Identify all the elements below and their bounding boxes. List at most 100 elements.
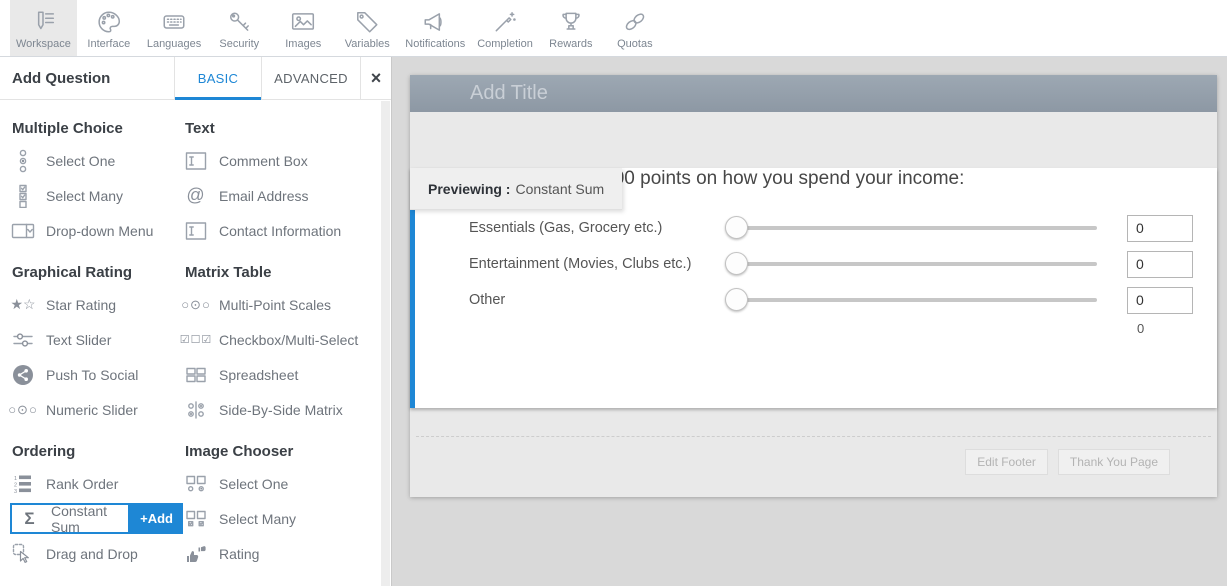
svg-text:3: 3 (14, 489, 17, 494)
item-constant-sum[interactable]: Σ Constant Sum (10, 503, 130, 534)
section-band: Multiple Choice Select One Select Many (10, 104, 377, 248)
previewing-badge: Previewing : Constant Sum (410, 168, 622, 210)
image-radio-icon (183, 475, 209, 493)
item-label: Contact Information (219, 223, 341, 239)
toolbar-label: Security (219, 38, 259, 50)
thumbs-up-icon (183, 544, 209, 564)
points-input[interactable] (1127, 287, 1193, 314)
previewing-value: Constant Sum (515, 181, 604, 197)
item-email-address[interactable]: @ Email Address (183, 178, 377, 213)
item-label: Select One (219, 476, 288, 492)
workspace-icon (30, 9, 56, 35)
numeric-slider-icon: ○⊙○ (10, 402, 36, 418)
item-multi-point-scales[interactable]: ○⊙○ Multi-Point Scales (183, 287, 377, 322)
points-input[interactable] (1127, 251, 1193, 278)
section-band: Graphical Rating ★☆ Star Rating Text Sli… (10, 248, 377, 427)
tab-basic[interactable]: BASIC (174, 57, 261, 99)
toolbar-label: Notifications (405, 38, 465, 50)
item-text-slider[interactable]: Text Slider (10, 322, 183, 357)
toolbar-item-rewards[interactable]: Rewards (539, 0, 603, 56)
checkbox-list-icon (10, 184, 36, 208)
toolbar-item-completion[interactable]: Completion (471, 0, 539, 56)
section-graphical-rating: Graphical Rating ★☆ Star Rating Text Sli… (10, 248, 183, 427)
item-spreadsheet[interactable]: Spreadsheet (183, 357, 377, 392)
section-title: Ordering (12, 443, 183, 460)
slider-track[interactable] (735, 226, 1097, 230)
slider-handle[interactable] (725, 252, 748, 275)
at-sign-icon: @ (183, 185, 209, 206)
toolbar-label: Rewards (549, 38, 592, 50)
slider-track[interactable] (735, 298, 1097, 302)
tab-advanced[interactable]: ADVANCED (261, 57, 360, 99)
toolbar-item-images[interactable]: Images (271, 0, 335, 56)
item-image-rating[interactable]: Rating (183, 536, 377, 571)
toolbar-item-quotas[interactable]: Quotas (603, 0, 667, 56)
item-comment-box[interactable]: Comment Box (183, 143, 377, 178)
section-title: Text (185, 120, 377, 137)
trophy-icon (558, 9, 584, 35)
megaphone-icon (422, 9, 448, 35)
toolbar-item-notifications[interactable]: Notifications (399, 0, 471, 56)
toolbar-item-security[interactable]: Security (207, 0, 271, 56)
close-icon[interactable]: × (360, 57, 391, 99)
previewing-label: Previewing : (428, 181, 510, 197)
toolbar-label: Images (285, 38, 321, 50)
main-area: Add Title Previewing : Constant Sum Plea… (392, 57, 1227, 586)
preview-footer-buttons: Edit Footer Thank You Page (965, 449, 1170, 475)
section-image-chooser: Image Chooser Select One Select Many (183, 427, 377, 571)
panel-scrollbar[interactable] (381, 101, 390, 586)
item-star-rating[interactable]: ★☆ Star Rating (10, 287, 183, 322)
item-push-to-social[interactable]: Push To Social (10, 357, 183, 392)
item-label: Rating (219, 546, 259, 562)
item-drag-and-drop[interactable]: Drag and Drop (10, 536, 183, 571)
item-image-select-one[interactable]: Select One (183, 466, 377, 501)
item-drop-down-menu[interactable]: Drop-down Menu (10, 213, 183, 248)
constant-sum-row: Entertainment (Movies, Clubs etc.) (469, 246, 1217, 282)
points-total: 0 (1137, 321, 1217, 336)
slider-handle[interactable] (725, 216, 748, 239)
item-label: Select Many (46, 188, 123, 204)
item-label: Drop-down Menu (46, 223, 153, 239)
sigma-icon: Σ (17, 509, 43, 529)
constant-sum-rows: Essentials (Gas, Grocery etc.) Entertain… (469, 210, 1217, 318)
item-label: Email Address (219, 188, 308, 204)
dropdown-icon (10, 221, 36, 241)
item-select-one[interactable]: Select One (10, 143, 183, 178)
toolbar-label: Interface (87, 38, 130, 50)
add-question-button[interactable]: +Add (130, 503, 183, 534)
item-label: Text Slider (46, 332, 111, 348)
item-contact-information[interactable]: Contact Information (183, 213, 377, 248)
item-checkbox-multi-select[interactable]: ☑☐☑ Checkbox/Multi-Select (183, 322, 377, 357)
toolbar-label: Workspace (16, 38, 71, 50)
survey-title-placeholder[interactable]: Add Title (410, 75, 1217, 112)
section-title: Graphical Rating (12, 264, 183, 281)
row-label: Entertainment (Movies, Clubs etc.) (469, 256, 725, 272)
toolbar-item-variables[interactable]: Variables (335, 0, 399, 56)
section-matrix-table: Matrix Table ○⊙○ Multi-Point Scales ☑☐☑ … (183, 248, 377, 427)
item-side-by-side-matrix[interactable]: Side-By-Side Matrix (183, 392, 377, 427)
section-title: Image Chooser (185, 443, 377, 460)
edit-footer-button[interactable]: Edit Footer (965, 449, 1048, 475)
section-band: Ordering 123 Rank Order Σ Constant Sum +… (10, 427, 377, 571)
side-by-side-icon (183, 400, 209, 420)
item-numeric-slider[interactable]: ○⊙○ Numeric Slider (10, 392, 183, 427)
slider-track[interactable] (735, 262, 1097, 266)
item-label: Side-By-Side Matrix (219, 402, 343, 418)
thank-you-page-button[interactable]: Thank You Page (1058, 449, 1170, 475)
toolbar-item-workspace[interactable]: Workspace (10, 0, 77, 56)
grid-icon (183, 365, 209, 385)
item-image-select-many[interactable]: Select Many (183, 501, 377, 536)
section-ordering: Ordering 123 Rank Order Σ Constant Sum +… (10, 427, 183, 571)
item-label: Comment Box (219, 153, 308, 169)
svg-text:1: 1 (14, 476, 17, 482)
points-input[interactable] (1127, 215, 1193, 242)
survey-preview-panel: Add Title Previewing : Constant Sum Plea… (410, 75, 1217, 497)
item-select-many[interactable]: Select Many (10, 178, 183, 213)
toolbar-item-languages[interactable]: Languages (141, 0, 207, 56)
item-rank-order[interactable]: 123 Rank Order (10, 466, 183, 501)
section-text: Text Comment Box @ Email Address Contact… (183, 104, 377, 248)
toolbar-item-interface[interactable]: Interface (77, 0, 141, 56)
slider-handle[interactable] (725, 288, 748, 311)
panel-header: Add Question BASIC ADVANCED × (0, 57, 391, 100)
magic-wand-icon (492, 9, 518, 35)
